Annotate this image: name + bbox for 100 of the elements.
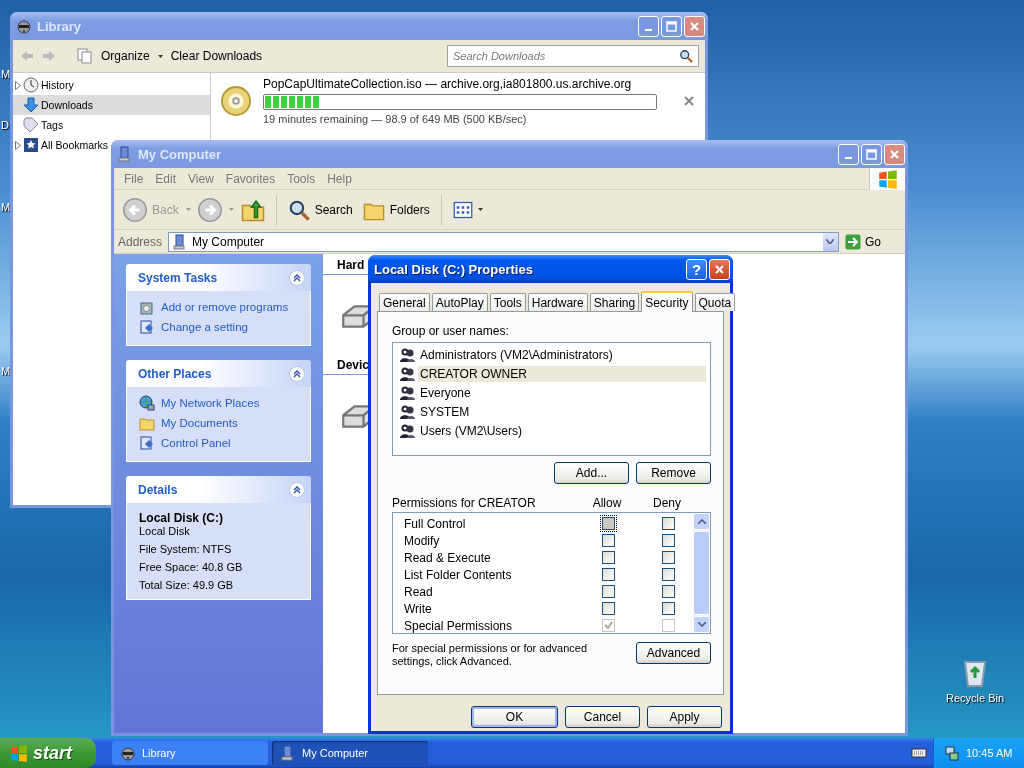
checkbox[interactable] <box>661 568 675 581</box>
checkbox[interactable] <box>661 585 675 598</box>
checkbox[interactable] <box>601 551 615 564</box>
advanced-button[interactable]: Advanced <box>636 642 711 664</box>
download-name: PopCapUltimateCollection.iso — archive.org,ia801800.us.archive.org <box>263 77 633 91</box>
clock-icon <box>23 77 39 93</box>
search-icon <box>679 49 693 63</box>
details-text: Total Size: 49.9 GB <box>139 579 235 591</box>
checkbox[interactable] <box>601 602 615 615</box>
download-status: 19 minutes remaining — 98.9 of 649 MB (500 KB/sec) <box>263 113 528 125</box>
user-item[interactable]: Users (VM2\Users) <box>418 422 706 439</box>
users-icon <box>399 384 415 401</box>
documents-icon <box>77 48 93 64</box>
dialog-button[interactable]: Apply <box>647 706 722 728</box>
task-link[interactable]: My Network Places <box>161 397 260 409</box>
desktop-icon-label[interactable]: Recycle Bin <box>945 692 1005 704</box>
users-icon <box>399 403 415 420</box>
task-link[interactable]: Change a setting <box>161 321 248 333</box>
minimize-icon <box>645 29 652 31</box>
checkbox[interactable] <box>601 517 615 530</box>
tab[interactable]: Quota <box>694 293 736 311</box>
help-button[interactable]: ? <box>686 258 707 280</box>
chevron-up-icon <box>289 481 305 498</box>
taskbar-button[interactable]: Library <box>112 741 268 765</box>
sidebar-item[interactable]: Tags <box>13 115 64 135</box>
panel-title: Other Places <box>138 366 212 381</box>
forward-arrow-icon <box>41 48 57 64</box>
permission-name: List Folder Contents <box>404 567 513 582</box>
user-item[interactable]: Administrators (VM2\Administrators) <box>418 346 706 363</box>
user-button[interactable]: Remove <box>636 462 711 484</box>
tab[interactable]: General <box>379 293 430 311</box>
caret-icon <box>228 208 234 211</box>
chevron-up-icon <box>289 365 305 382</box>
task-link[interactable]: My Documents <box>161 417 238 429</box>
details-text: Local Disk <box>139 525 191 537</box>
windows-flag-icon <box>877 168 898 189</box>
permission-name: Modify <box>404 533 441 548</box>
column-header: Allow <box>591 496 623 510</box>
taskbar-button[interactable]: My Computer <box>272 741 428 765</box>
checkbox[interactable] <box>661 517 675 530</box>
window-title: Library <box>37 18 83 34</box>
address-label: Address <box>118 234 164 249</box>
task-link[interactable]: Add or remove programs <box>161 301 289 313</box>
user-item[interactable]: Everyone <box>418 384 706 401</box>
close-icon <box>889 148 900 160</box>
caret-icon <box>477 208 483 211</box>
user-item[interactable]: SYSTEM <box>418 403 706 420</box>
users-icon <box>399 346 415 363</box>
disc-icon <box>221 86 251 116</box>
down-arrow-icon <box>23 97 39 113</box>
checkbox[interactable] <box>661 602 675 615</box>
checkbox[interactable] <box>601 585 615 598</box>
users-icon <box>399 422 415 439</box>
computer-icon <box>117 146 133 162</box>
globe-icon <box>139 395 155 411</box>
computer-icon <box>280 745 296 761</box>
dropdown-button[interactable] <box>822 232 838 251</box>
sidebar-item[interactable]: Downloads <box>13 95 210 115</box>
views-icon <box>452 199 473 220</box>
scrollbar[interactable] <box>693 513 710 633</box>
dialog-button[interactable]: Cancel <box>565 706 640 728</box>
caret-icon <box>185 208 191 211</box>
desktop-icon-label[interactable]: D <box>1 119 9 131</box>
permission-name: Special Permissions <box>404 618 514 633</box>
details-text: File System: NTFS <box>139 543 233 555</box>
users-label: Group or user names: <box>392 324 510 338</box>
up-folder-icon <box>240 197 265 222</box>
checkbox[interactable] <box>601 568 615 581</box>
checkbox[interactable] <box>601 534 615 547</box>
animal-face-icon <box>120 745 136 761</box>
advanced-note: For special permissions or for advanced settings, click Advanced. <box>392 642 589 668</box>
user-item[interactable]: CREATOR OWNER <box>418 365 706 382</box>
cancel-download-button[interactable] <box>683 95 695 107</box>
chevron-down-icon <box>697 622 706 627</box>
sidebar-item[interactable]: History <box>13 75 74 95</box>
checkbox[interactable] <box>661 551 675 564</box>
dialog-button[interactable]: OK <box>471 706 558 728</box>
panel-title: Details <box>138 482 178 497</box>
network-icon <box>944 745 960 761</box>
panel-title: System Tasks <box>138 270 218 285</box>
close-icon <box>689 20 700 32</box>
cd-box-icon <box>139 299 155 315</box>
tab[interactable]: Sharing <box>589 293 640 311</box>
tab[interactable]: Security <box>641 291 693 312</box>
checkbox[interactable] <box>661 534 675 547</box>
desktop-icon-label[interactable]: M <box>1 68 11 80</box>
tab[interactable]: AutoPlay <box>431 293 488 311</box>
maximize-icon <box>666 20 677 32</box>
chevron-down-icon <box>826 239 835 244</box>
user-button[interactable]: Add... <box>554 462 629 484</box>
task-link[interactable]: Control Panel <box>161 437 231 449</box>
caret-icon <box>157 54 163 58</box>
sidebar-item[interactable]: All Bookmarks <box>13 135 109 155</box>
close-icon <box>683 95 695 107</box>
tab[interactable]: Tools <box>489 293 526 311</box>
tab[interactable]: Hardware <box>527 293 588 311</box>
start-button[interactable]: start <box>0 738 96 768</box>
close-button[interactable] <box>709 258 730 280</box>
circle-back-icon <box>123 197 147 222</box>
animal-face-icon <box>16 18 32 34</box>
